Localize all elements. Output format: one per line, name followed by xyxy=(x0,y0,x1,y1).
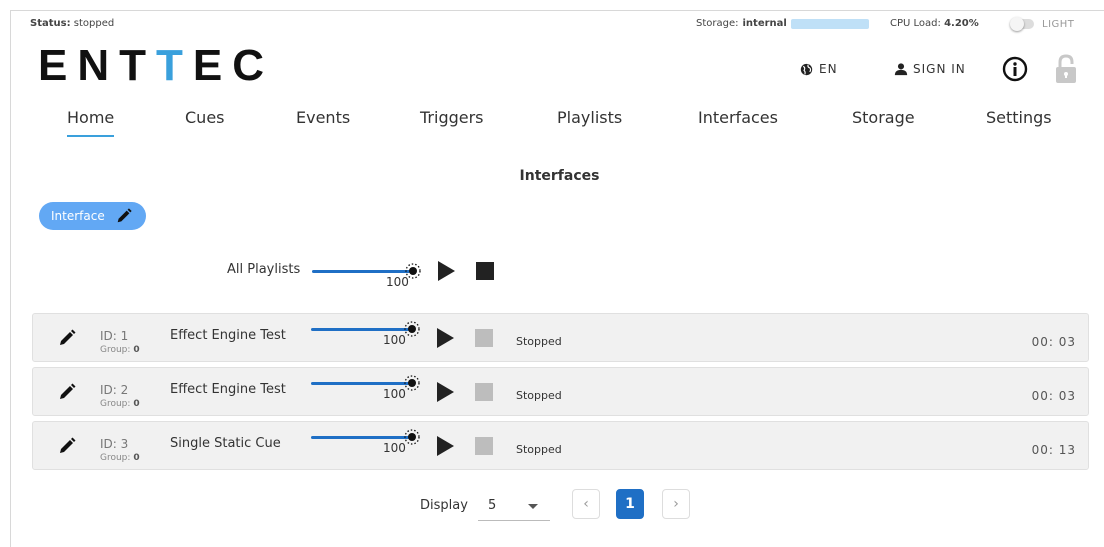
row-level-slider[interactable]: 100 xyxy=(311,428,421,458)
storage-bar xyxy=(790,18,869,29)
tab-cues[interactable]: Cues xyxy=(185,108,225,127)
logo-text-1: ENT xyxy=(38,41,156,90)
table-row: ID: 2 Group: 0 Effect Engine Test 100 St… xyxy=(32,367,1089,416)
language-label: EN xyxy=(819,62,838,76)
group-label: Group: xyxy=(100,399,131,409)
group-value: 0 xyxy=(133,345,140,355)
prev-page-button[interactable]: ‹ xyxy=(572,489,600,519)
row-name: Effect Engine Test xyxy=(170,328,286,343)
edit-pencil-icon[interactable] xyxy=(57,436,77,456)
tab-playlists[interactable]: Playlists xyxy=(557,108,622,127)
cpu-value: 4.20% xyxy=(944,18,979,29)
page-1-button[interactable]: 1 xyxy=(616,489,644,519)
pencil-icon xyxy=(117,208,132,223)
row-id: ID: 2 xyxy=(100,383,129,397)
user-icon xyxy=(894,63,908,76)
next-page-button[interactable]: › xyxy=(662,489,690,519)
cpu-label: CPU Load: xyxy=(890,18,941,29)
slider-track xyxy=(311,436,409,439)
tab-settings[interactable]: Settings xyxy=(986,108,1052,127)
storage-indicator: Storage: internal xyxy=(696,18,869,29)
row-level-slider[interactable]: 100 xyxy=(311,374,421,404)
globe-icon xyxy=(800,63,813,75)
stop-button[interactable] xyxy=(475,437,493,455)
theme-label: LIGHT xyxy=(1042,19,1075,30)
row-name: Effect Engine Test xyxy=(170,382,286,397)
row-group: Group: 0 xyxy=(100,345,140,355)
sign-in-label: SIGN IN xyxy=(913,62,966,76)
cpu-load: CPU Load: 4.20% xyxy=(890,18,979,29)
table-row: ID: 3 Group: 0 Single Static Cue 100 Sto… xyxy=(32,421,1089,470)
row-group: Group: 0 xyxy=(100,399,140,409)
play-button[interactable] xyxy=(437,382,454,402)
tab-triggers[interactable]: Triggers xyxy=(420,108,484,127)
tab-storage[interactable]: Storage xyxy=(852,108,915,127)
row-status: Stopped xyxy=(516,443,562,456)
slider-value: 100 xyxy=(386,275,409,289)
all-playlists-slider[interactable]: 100 xyxy=(312,262,422,292)
sign-in-button[interactable]: SIGN IN xyxy=(894,62,966,76)
group-label: Group: xyxy=(100,453,131,463)
edit-pencil-icon[interactable] xyxy=(57,382,77,402)
play-button[interactable] xyxy=(437,436,454,456)
stop-button[interactable] xyxy=(475,383,493,401)
chevron-down-icon xyxy=(528,504,538,509)
status-value: stopped xyxy=(73,18,115,29)
page-title-wrap: Interfaces xyxy=(0,168,1104,184)
play-all-button[interactable] xyxy=(438,261,455,281)
tab-interfaces[interactable]: Interfaces xyxy=(698,108,778,127)
storage-label: Storage: xyxy=(696,18,739,29)
status-indicator: Status: stopped xyxy=(30,18,114,29)
interface-chip-label: Interface xyxy=(51,209,105,223)
row-name: Single Static Cue xyxy=(170,436,281,451)
row-level-slider[interactable]: 100 xyxy=(311,320,421,350)
storage-value: internal xyxy=(742,18,787,29)
slider-track xyxy=(311,328,409,331)
group-value: 0 xyxy=(133,399,140,409)
row-time: 00: 03 xyxy=(1031,335,1076,349)
group-label: Group: xyxy=(100,345,131,355)
slider-value: 100 xyxy=(383,333,406,347)
info-icon[interactable] xyxy=(1002,56,1028,82)
row-id: ID: 1 xyxy=(100,329,129,343)
page-size-value: 5 xyxy=(488,498,497,513)
main-nav: Home Cues Events Triggers Playlists Inte… xyxy=(0,108,1104,138)
page-size-select[interactable]: 5 xyxy=(478,491,550,521)
table-row: ID: 1 Group: 0 Effect Engine Test 100 St… xyxy=(32,313,1089,362)
group-value: 0 xyxy=(133,453,140,463)
status-label: Status: xyxy=(30,18,71,29)
theme-toggle[interactable] xyxy=(1010,17,1034,31)
row-id: ID: 3 xyxy=(100,437,129,451)
stop-button[interactable] xyxy=(475,329,493,347)
row-group: Group: 0 xyxy=(100,453,140,463)
tab-events[interactable]: Events xyxy=(296,108,350,127)
logo-text-3: EC xyxy=(192,41,275,90)
page-title: Interfaces xyxy=(519,168,600,184)
all-playlists-label: All Playlists xyxy=(227,262,301,277)
row-status: Stopped xyxy=(516,335,562,348)
edit-pencil-icon[interactable] xyxy=(57,328,77,348)
display-label: Display xyxy=(420,498,468,513)
slider-value: 100 xyxy=(383,441,406,455)
row-time: 00: 13 xyxy=(1031,443,1076,457)
interface-chip[interactable]: Interface xyxy=(39,202,146,230)
row-status: Stopped xyxy=(516,389,562,402)
language-selector[interactable]: EN xyxy=(800,62,838,76)
slider-track xyxy=(311,382,409,385)
enttec-logo: ENTTEC xyxy=(38,44,274,88)
stop-all-button[interactable] xyxy=(476,262,494,280)
tab-home[interactable]: Home xyxy=(67,108,115,137)
slider-value: 100 xyxy=(383,387,406,401)
lock-icon[interactable] xyxy=(1054,54,1078,84)
row-time: 00: 03 xyxy=(1031,389,1076,403)
logo-text-2: T xyxy=(156,41,193,90)
play-button[interactable] xyxy=(437,328,454,348)
slider-track xyxy=(312,270,410,273)
